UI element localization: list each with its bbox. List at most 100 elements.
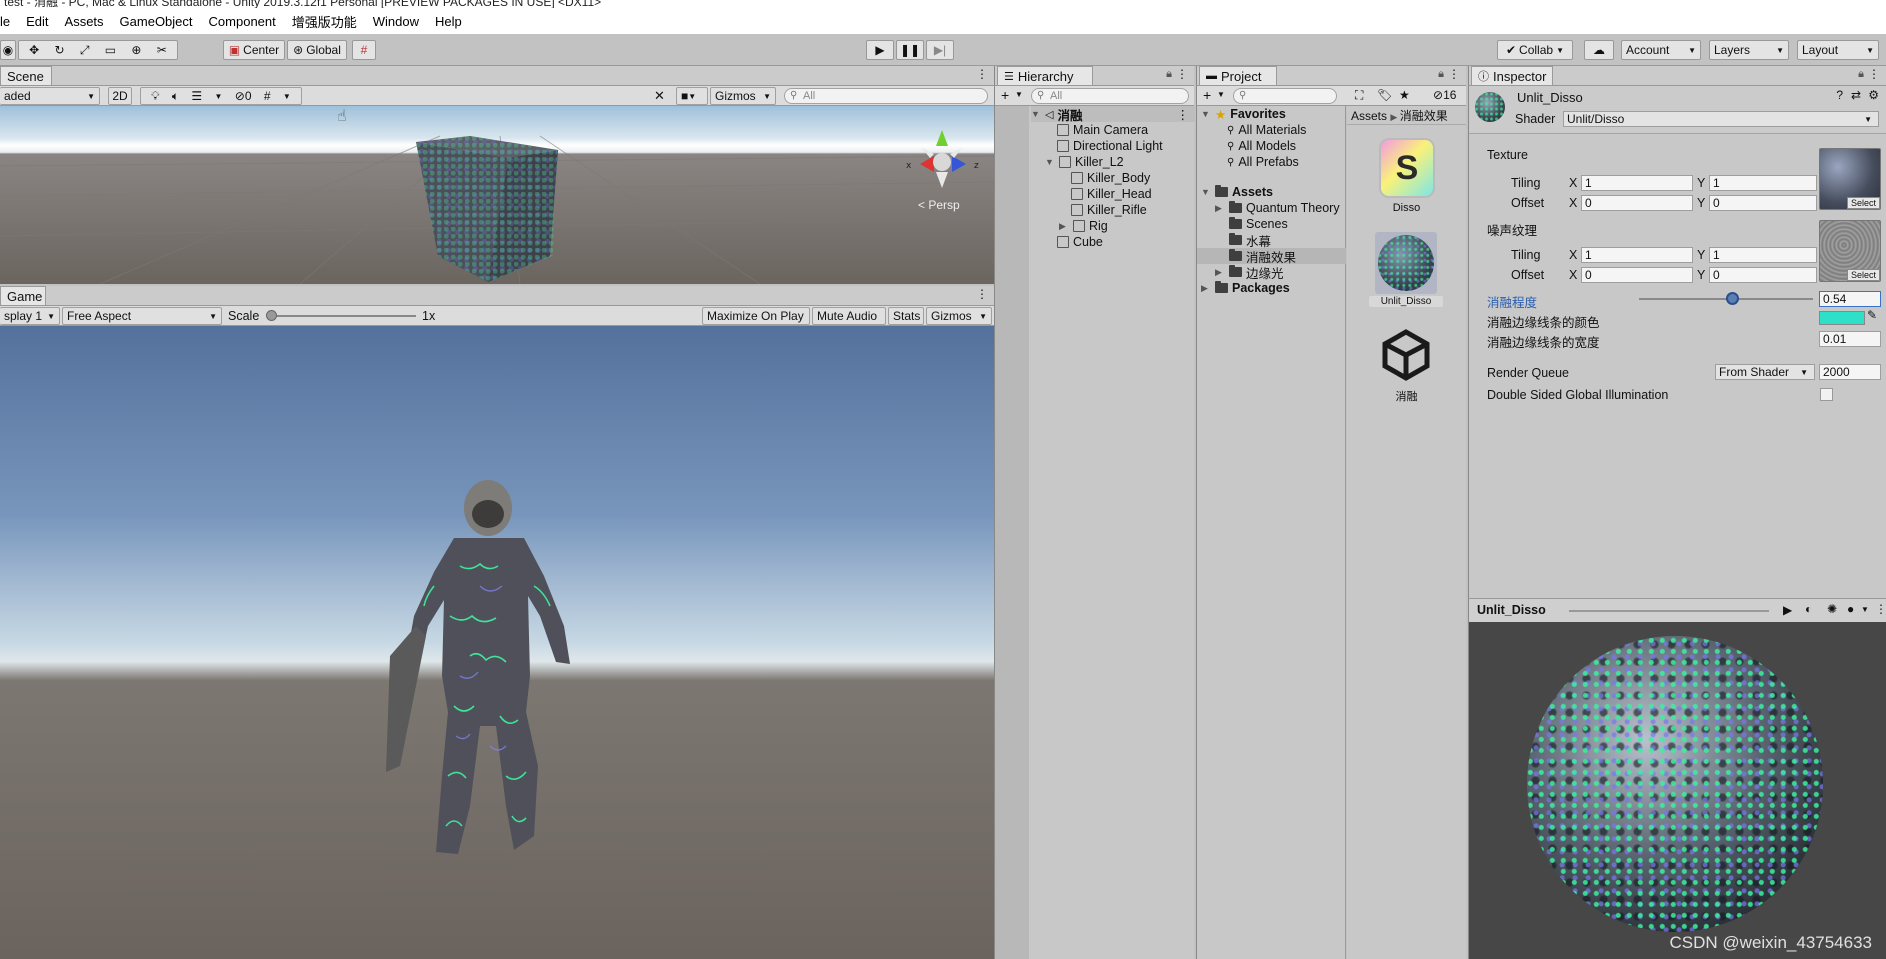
edge-color-swatch[interactable]: [1819, 311, 1865, 325]
eyedropper-icon[interactable]: ✎: [1867, 308, 1877, 322]
shader-asset-icon[interactable]: S: [1379, 138, 1435, 198]
pivot-mode-button[interactable]: ▣ Center: [223, 40, 285, 60]
tools-icon[interactable]: ✕: [654, 88, 665, 104]
create-plus-icon[interactable]: +: [1203, 87, 1211, 103]
maximize-on-play-toggle[interactable]: Maximize On Play: [702, 307, 810, 325]
preview-mesh-icon[interactable]: ●: [1847, 602, 1854, 616]
hidden-objects-icon[interactable]: ⊘0: [235, 89, 252, 103]
view-tool-button[interactable]: ◉: [0, 40, 16, 60]
favorite-all-prefabs[interactable]: ⚲ All Prefabs: [1227, 154, 1299, 170]
tab-hierarchy[interactable]: ☰ Hierarchy: [997, 66, 1093, 85]
move-tool-icon[interactable]: ✥: [29, 43, 39, 57]
scale-tool-icon[interactable]: ⤢: [80, 43, 90, 58]
scene-gizmos-dropdown[interactable]: Gizmos ▼: [710, 87, 776, 105]
scene-orientation-gizmo[interactable]: x z: [900, 122, 980, 192]
custom-tool-icon[interactable]: ✂: [157, 43, 167, 57]
chevron-down-icon[interactable]: ▼: [1861, 605, 1869, 614]
preview-drag-handle[interactable]: [1569, 610, 1769, 612]
breadcrumb-assets[interactable]: Assets: [1351, 109, 1387, 123]
hierarchy-item-main-camera[interactable]: Main Camera: [1057, 122, 1148, 138]
hierarchy-item-killer-rifle[interactable]: Killer_Rifle: [1071, 202, 1147, 218]
texture-tiling-x-input[interactable]: 1: [1581, 175, 1693, 191]
folder-quantum-theory[interactable]: ▶ Quantum Theory: [1215, 200, 1340, 216]
lighting-icon[interactable]: 💡︎: [151, 89, 159, 104]
filter-label-icon[interactable]: 🏷︎: [1377, 88, 1392, 102]
menu-assets[interactable]: Assets: [57, 14, 112, 29]
hierarchy-item-rig[interactable]: ▶ Rig: [1059, 218, 1108, 234]
tab-scene[interactable]: Scene: [0, 66, 52, 85]
scale-slider-handle[interactable]: [266, 310, 277, 321]
layers-dropdown[interactable]: Layers ▼: [1709, 40, 1789, 60]
layout-dropdown[interactable]: Layout ▼: [1797, 40, 1879, 60]
pivot-rotation-button[interactable]: ⊛ Global: [287, 40, 347, 60]
breadcrumb-current[interactable]: 消融效果: [1400, 109, 1448, 123]
edge-width-input[interactable]: 0.01: [1819, 331, 1881, 347]
panel-menu-icon[interactable]: ⋮: [1448, 67, 1460, 81]
noise-texture-slot[interactable]: Select: [1819, 220, 1881, 282]
expand-arrow-icon[interactable]: ▼: [1031, 109, 1041, 119]
chevron-down-icon[interactable]: ▼: [283, 92, 291, 101]
game-gizmos-dropdown[interactable]: Gizmos ▼: [926, 307, 992, 325]
cloud-button[interactable]: ☁: [1584, 40, 1614, 60]
account-dropdown[interactable]: Account ▼: [1621, 40, 1701, 60]
dissolve-amount-input[interactable]: 0.54: [1819, 291, 1881, 307]
shader-dropdown[interactable]: Unlit/Disso ▼: [1563, 111, 1879, 127]
hidden-packages-toggle[interactable]: ⊘16: [1433, 88, 1456, 102]
hierarchy-item-directional-light[interactable]: Directional Light: [1057, 138, 1163, 154]
tab-inspector[interactable]: ⓘ Inspector: [1471, 66, 1553, 85]
mute-audio-toggle[interactable]: Mute Audio: [812, 307, 886, 325]
hierarchy-item-killer-head[interactable]: Killer_Head: [1071, 186, 1152, 202]
create-plus-icon[interactable]: +: [1001, 87, 1009, 103]
panel-menu-icon[interactable]: ⋮: [976, 287, 988, 301]
noise-offset-x-input[interactable]: 0: [1581, 267, 1693, 283]
texture-slot[interactable]: Select: [1819, 148, 1881, 210]
chevron-down-icon[interactable]: ▼: [1015, 90, 1023, 99]
noise-tiling-y-input[interactable]: 1: [1709, 247, 1817, 263]
assets-folder[interactable]: ▼ Assets: [1201, 184, 1273, 200]
2d-toggle[interactable]: 2D: [108, 87, 132, 105]
stats-toggle[interactable]: Stats: [888, 307, 924, 325]
menu-component[interactable]: Component: [201, 14, 284, 29]
expand-arrow-icon[interactable]: ▶: [1059, 221, 1069, 232]
material-preview-viewport[interactable]: CSDN @weixin_43754633: [1468, 622, 1886, 959]
expand-arrow-icon[interactable]: ▼: [1201, 109, 1211, 119]
texture-offset-x-input[interactable]: 0: [1581, 195, 1693, 211]
grid-snap-button[interactable]: #: [352, 40, 376, 60]
scene-search-input[interactable]: ⚲ All: [784, 88, 988, 104]
noise-select-button[interactable]: Select: [1846, 269, 1880, 281]
expand-arrow-icon[interactable]: ▶: [1201, 283, 1211, 294]
material-asset-selection[interactable]: [1375, 232, 1437, 294]
panel-menu-icon[interactable]: ⋮: [1875, 602, 1886, 616]
favorite-all-materials[interactable]: ⚲ All Materials: [1227, 122, 1306, 138]
camera-dropdown[interactable]: ■ ▼: [676, 87, 708, 105]
packages-folder[interactable]: ▶ Packages: [1201, 280, 1290, 296]
menu-edit[interactable]: Edit: [18, 14, 56, 29]
effects-icon[interactable]: ☰: [191, 89, 202, 103]
noise-offset-y-input[interactable]: 0: [1709, 267, 1817, 283]
expand-arrow-icon[interactable]: ▶: [1215, 267, 1225, 278]
audio-icon[interactable]: 🔈︎: [172, 89, 179, 104]
step-button[interactable]: ▶|: [926, 40, 954, 60]
preview-play-icon[interactable]: ▶: [1783, 603, 1792, 617]
tab-game[interactable]: Game: [0, 286, 46, 305]
shading-mode-dropdown[interactable]: aded ▼: [0, 87, 100, 105]
menu-gameobject[interactable]: GameObject: [112, 14, 201, 29]
play-button[interactable]: ▶: [866, 40, 894, 60]
expand-arrow-icon[interactable]: ▶: [1215, 203, 1225, 214]
rotate-tool-icon[interactable]: ↻: [55, 43, 65, 57]
perspective-label[interactable]: < Persp: [918, 198, 960, 212]
rect-tool-icon[interactable]: ▭: [105, 43, 116, 57]
lock-icon[interactable]: 🔒︎: [1438, 68, 1444, 81]
transform-tool-icon[interactable]: ⊕: [131, 43, 141, 57]
render-queue-input[interactable]: 2000: [1819, 364, 1881, 380]
panel-menu-icon[interactable]: ⋮: [1176, 67, 1188, 81]
menu-window[interactable]: Window: [365, 14, 427, 29]
panel-menu-icon[interactable]: ⋮: [976, 67, 988, 81]
hierarchy-item-killer-body[interactable]: Killer_Body: [1071, 170, 1150, 186]
gear-icon[interactable]: ⚙: [1868, 88, 1879, 102]
collab-dropdown[interactable]: ✔ Collab ▼: [1497, 40, 1573, 60]
hierarchy-search-input[interactable]: ⚲ All: [1031, 88, 1189, 104]
favorite-star-icon[interactable]: ★: [1399, 88, 1410, 102]
chevron-down-icon[interactable]: ▼: [1217, 90, 1225, 99]
menu-enhanced[interactable]: 增强版功能: [284, 12, 365, 31]
